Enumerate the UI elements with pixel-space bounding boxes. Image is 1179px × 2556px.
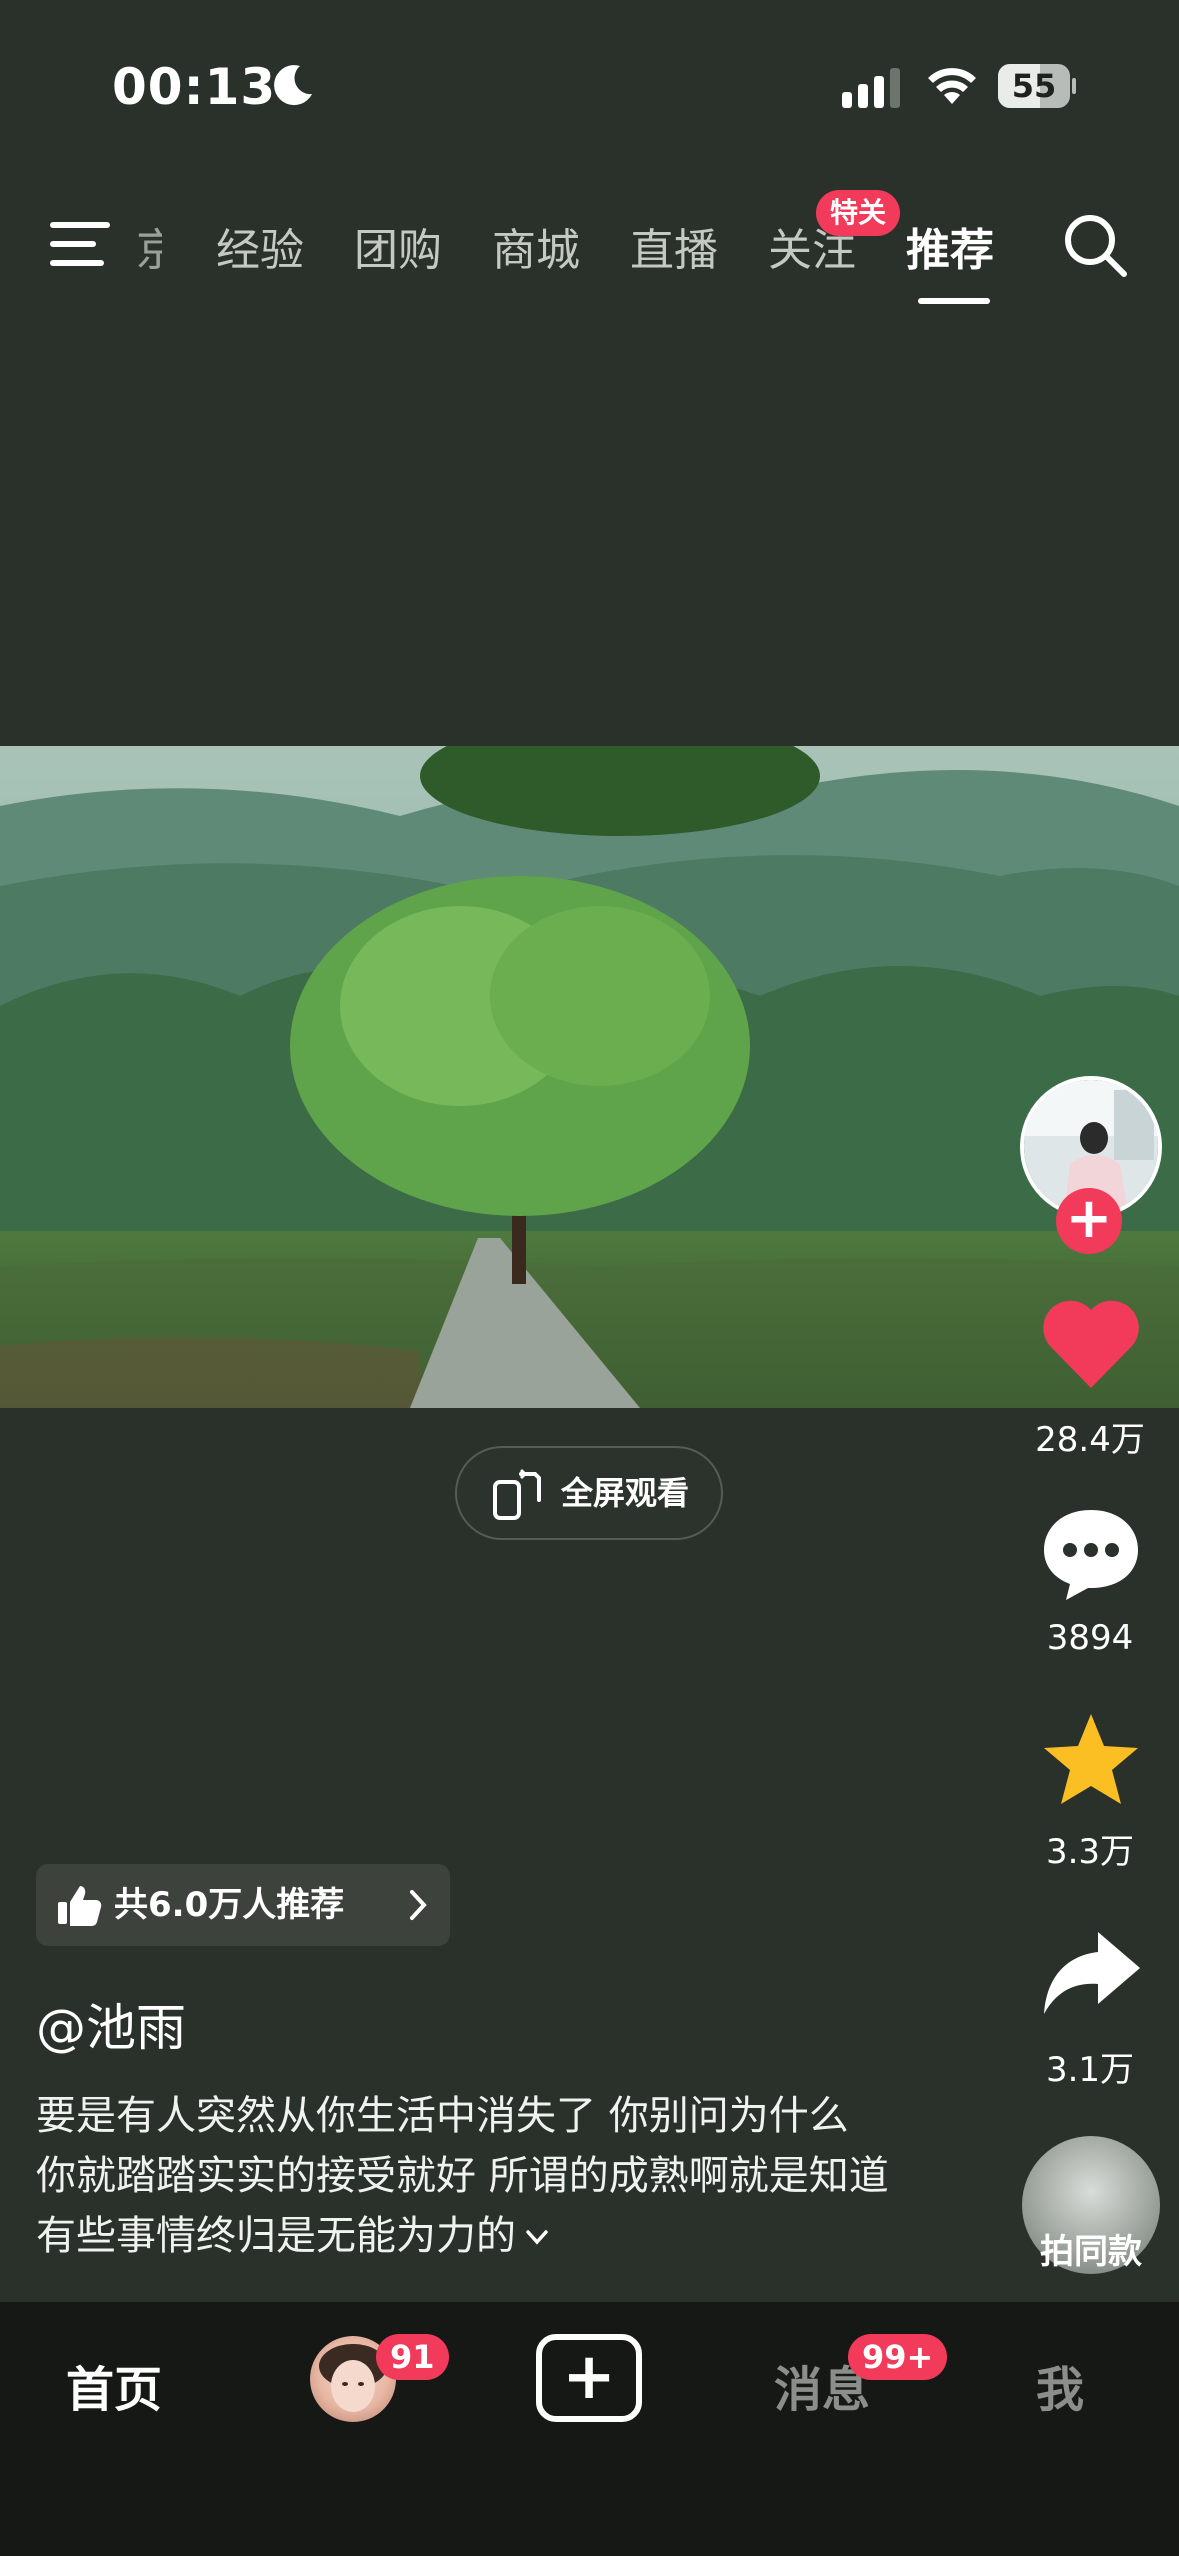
post-caption[interactable]: 要是有人突然从你生活中消失了 你别问为什么 你就踏踏实实的接受就好 所谓的成熟啊… xyxy=(36,2086,896,2266)
chevron-right-icon xyxy=(410,1890,427,1920)
tab-group-buy[interactable]: 团购 xyxy=(354,214,442,278)
tab-me[interactable]: 我 xyxy=(1036,2350,1084,2420)
video-frame-image xyxy=(0,746,1179,1408)
same-style-label[interactable]: 拍同款 xyxy=(1010,2224,1172,2273)
rotate-screen-icon xyxy=(493,1468,541,1520)
menu-icon[interactable] xyxy=(50,218,116,270)
tab-recommended[interactable]: 推荐 xyxy=(906,214,994,278)
favorite-count: 3.3万 xyxy=(1045,1832,1135,1872)
share-count: 3.1万 xyxy=(1045,2050,1135,2090)
favorite-star-icon[interactable] xyxy=(1036,1706,1146,1816)
fullscreen-label: 全屏观看 xyxy=(561,1474,690,1512)
tab-home[interactable]: 首页 xyxy=(66,2350,162,2420)
tab-live[interactable]: 直播 xyxy=(630,214,718,278)
active-tab-indicator xyxy=(918,298,990,304)
create-post-button[interactable]: + xyxy=(536,2334,642,2422)
comment-icon[interactable] xyxy=(1036,1498,1146,1608)
messages-badge: 99+ xyxy=(848,2334,948,2380)
video-player[interactable] xyxy=(0,746,1179,1408)
status-time: 00:13 xyxy=(112,58,277,116)
recommend-pill[interactable]: 共6.0万人推荐 xyxy=(36,1864,450,1946)
caption-text: 要是有人突然从你生活中消失了 你别问为什么 你就踏踏实实的接受就好 所谓的成熟啊… xyxy=(36,2093,889,2259)
battery-indicator: 55 xyxy=(998,64,1076,108)
tab-experience[interactable]: 经验 xyxy=(216,214,304,278)
tab-mall[interactable]: 商城 xyxy=(492,214,580,278)
tab-partial[interactable]: 京 xyxy=(136,214,162,278)
search-icon[interactable] xyxy=(1062,212,1130,280)
friends-badge: 91 xyxy=(376,2334,449,2380)
moon-icon xyxy=(274,65,312,106)
fullscreen-button[interactable]: 全屏观看 xyxy=(455,1446,723,1540)
plus-icon: + xyxy=(562,2340,616,2414)
battery-level: 55 xyxy=(1011,67,1057,105)
author-name[interactable]: @池雨 xyxy=(36,1988,186,2060)
special-follow-badge: 特关 xyxy=(816,190,901,236)
wifi-icon xyxy=(928,68,976,104)
like-count: 28.4万 xyxy=(1035,1420,1145,1460)
like-heart-icon[interactable] xyxy=(1036,1290,1146,1400)
recommend-label: 共6.0万人推荐 xyxy=(114,1885,345,1925)
follow-button[interactable]: + xyxy=(1056,1188,1122,1254)
signal-icon xyxy=(842,68,900,108)
share-arrow-icon[interactable] xyxy=(1036,1918,1146,2028)
thumbs-up-icon xyxy=(58,1886,102,1926)
comment-count: 3894 xyxy=(1046,1618,1134,1658)
chevron-down-icon[interactable] xyxy=(522,2226,552,2250)
